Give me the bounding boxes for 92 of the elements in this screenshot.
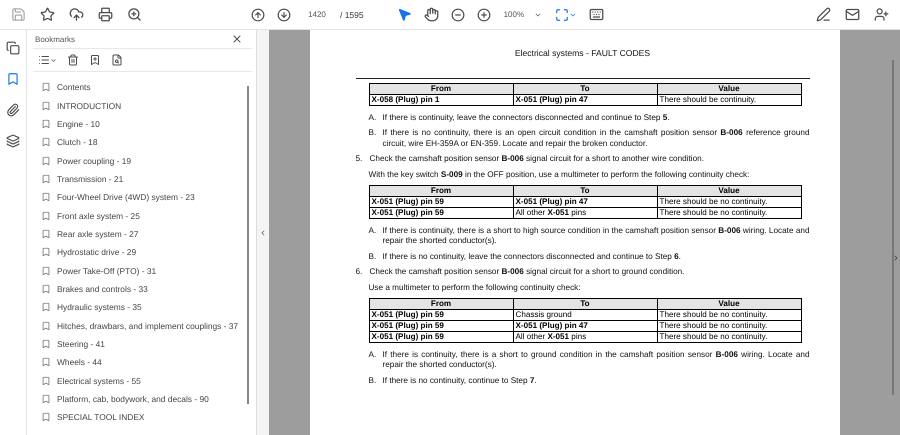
column-header: From [369, 186, 513, 197]
table-cell: All other X-051 pins [513, 332, 657, 343]
scrollbar-thumb[interactable] [247, 86, 249, 404]
list-marker: B. [368, 252, 378, 262]
list-marker: A. [368, 226, 378, 238]
bookmark-item[interactable]: Contents [41, 78, 252, 96]
table-cell: X-051 (Plug) pin 59 [369, 332, 513, 343]
panel-title: Bookmarks [35, 34, 76, 44]
bookmark-icon [41, 137, 51, 148]
paragraph: Check the camshaft position sensor B-006 signal circuit for a short to ground condition. [370, 267, 686, 278]
table-cell: X-051 (Plug) pin 59 [369, 196, 513, 208]
table-cell: There should be no continuity. [657, 320, 801, 332]
table-cell: X-051 (Plug) pin 47 [513, 94, 657, 106]
paragraph: If there is continuity, there is a short to high source condition in the camshaft position sensor B-006 wiring. Locate and repair the shorted conductor(s). [382, 226, 810, 247]
bookmark-icon [41, 100, 51, 111]
paragraph: Check the camshaft position sensor B-006 signal circuit for a short to another wire condition. [370, 154, 706, 165]
bookmark-icon [41, 394, 51, 404]
list-marker: 5. [356, 154, 364, 165]
column-header: From [369, 298, 513, 310]
scrollbar[interactable] [892, 60, 894, 395]
bookmark-item[interactable]: Front axle system - 25 [41, 206, 252, 225]
bookmark-icon [41, 156, 51, 166]
paragraph: If there is no continuity, there is an open circuit condition in the camshaft position sensor B-006 reference ground circuit, wire EH-359A or EN-359. Locate and repair the broken conductor. [382, 128, 810, 150]
list-marker: 6. [356, 267, 364, 278]
table-cell: All other X-051 pins [513, 208, 657, 219]
zoom-dropdown[interactable]: 100% [500, 8, 546, 21]
column-header: Value [657, 298, 801, 310]
column-header: To [513, 298, 657, 310]
bookmark-icon [41, 357, 51, 368]
bookmark-item[interactable]: INTRODUCTION [41, 96, 252, 115]
table-cell: X-051 (Plug) pin 47 [513, 320, 657, 332]
list-marker: B. [368, 376, 378, 386]
bookmark-item[interactable]: Clutch - 18 [41, 133, 252, 152]
bookmark-icon [41, 247, 51, 258]
page-total: / 1595 [340, 10, 364, 20]
bookmark-icon [41, 192, 51, 202]
page-header: Electrical systems - FAULT CODES [514, 48, 652, 58]
column-header: From [369, 84, 513, 94]
bookmark-item[interactable]: Engine - 10 [41, 114, 252, 134]
bookmark-item[interactable]: Transmission - 21 [41, 170, 252, 188]
column-header: To [513, 84, 657, 94]
column-header: To [513, 186, 657, 197]
caret-icon [50, 56, 57, 64]
table-cell: X-058 (Plug) pin 1 [369, 94, 513, 106]
bookmark-icon [41, 338, 51, 349]
table-cell: There should be no continuity. [657, 196, 801, 208]
bookmark-item[interactable]: Hitches, drawbars, and implement couplings - 37 [41, 316, 252, 335]
bookmark-item[interactable]: Power Take-Off (PTO) - 31 [41, 261, 252, 280]
table-cell: There should be no continuity. [657, 310, 801, 321]
bookmark-item[interactable]: Power coupling - 19 [41, 151, 252, 170]
fit-page-icon [555, 8, 570, 22]
collapse-handle[interactable] [257, 30, 269, 435]
table-cell: There should be continuity. [657, 94, 801, 106]
list-marker: B. [368, 128, 378, 140]
table-cell: X-051 (Plug) pin 59 [369, 320, 513, 332]
bookmark-item[interactable]: Hydrostatic drive - 29 [41, 243, 252, 262]
bookmark-item[interactable]: Rear axle system - 27 [41, 224, 252, 244]
bookmark-icon [41, 228, 51, 239]
bookmark-icon [41, 82, 51, 92]
column-header: Value [657, 186, 801, 197]
bookmark-icon [41, 118, 51, 129]
table-cell: X-051 (Plug) pin 59 [369, 208, 513, 219]
table-cell: X-051 (Plug) pin 59 [369, 310, 513, 321]
bookmark-item[interactable]: Brakes and controls - 33 [41, 280, 252, 298]
bookmark-item[interactable]: Platform, cab, bodywork, and decals - 90 [41, 390, 252, 408]
table-cell: There should be no continuity. [657, 332, 801, 343]
bookmark-icon [41, 284, 51, 294]
bookmark-item[interactable]: Hydraulic systems - 35 [41, 298, 252, 316]
paragraph: If there is continuity, leave the connectors disconnected and continue to Step 5. [382, 113, 671, 124]
bookmark-icon [41, 174, 51, 184]
paragraph: If there is no continuity, continue to Step 7. [382, 376, 538, 386]
column-header: Value [657, 84, 801, 94]
bookmark-item[interactable]: Electrical systems - 55 [41, 372, 252, 390]
bookmark-icon [41, 210, 51, 221]
bookmark-item[interactable]: Four-Wheel Drive (4WD) system - 23 [41, 188, 252, 206]
paragraph: If there is no continuity, leave the connectors disconnected and continue to Step 6. [382, 252, 682, 262]
bookmark-icon [41, 412, 51, 422]
paragraph: If there is continuity, there is a short to ground condition in the camshaft position sensor B-006 wiring. Locate and repair the shorted conductor(s). [382, 350, 810, 371]
table-cell: X-051 (Plug) pin 47 [513, 196, 657, 208]
bookmark-item[interactable]: SPECIAL TOOL INDEX [41, 408, 252, 427]
list-marker: A. [368, 113, 378, 124]
bookmark-icon [41, 302, 51, 312]
list-marker: A. [368, 350, 378, 362]
table-cell: Chassis ground [513, 310, 657, 321]
paragraph: Use a multimeter to perform the following continuity check: [368, 282, 582, 294]
bookmark-icon [41, 320, 51, 331]
table-cell: There should be no continuity. [657, 208, 801, 219]
bookmark-item[interactable]: Steering - 41 [41, 334, 252, 354]
paragraph: With the key switch S-009 in the OFF position, use a multimeter to perform the following continuity check: [368, 170, 750, 180]
bookmark-item[interactable]: Wheels - 44 [41, 353, 252, 372]
bookmark-icon [41, 376, 51, 386]
bookmark-icon [41, 266, 51, 276]
